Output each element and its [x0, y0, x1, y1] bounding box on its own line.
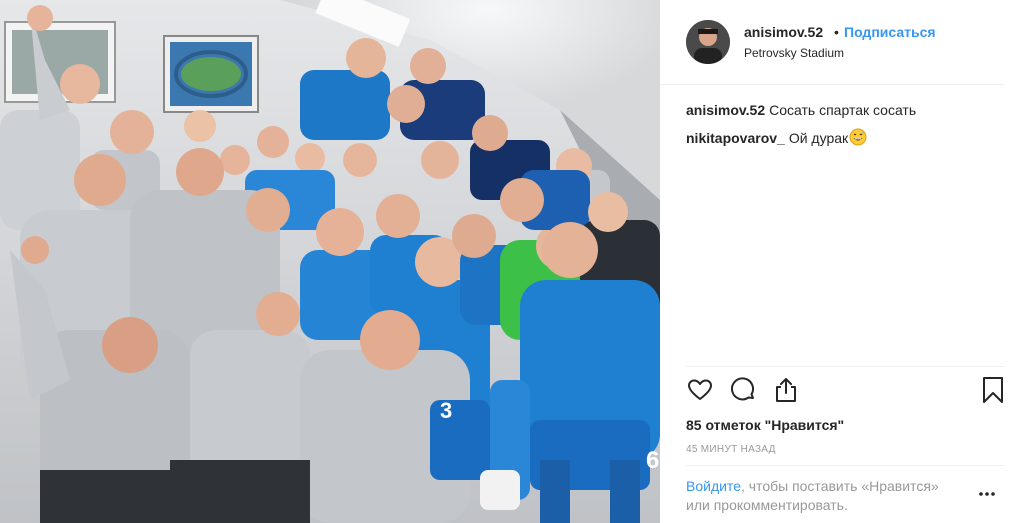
avatar-image	[686, 20, 730, 64]
header-username-link[interactable]: anisimov.52	[744, 24, 823, 40]
avatar[interactable]	[686, 20, 730, 64]
comment-username-link[interactable]: anisimov.52	[686, 102, 765, 118]
like-button[interactable]	[686, 376, 714, 409]
follow-button[interactable]: Подписаться	[844, 24, 936, 40]
likes-count[interactable]: 85 отметок "Нравится"	[686, 417, 844, 433]
divider	[686, 465, 1004, 466]
post-header: anisimov.52 • Подписаться Petrovsky Stad…	[660, 0, 1004, 85]
share-button[interactable]	[772, 376, 800, 409]
bookmark-icon	[983, 377, 1003, 403]
team-celebration-photo: 3 6	[0, 0, 660, 523]
comment-button[interactable]	[729, 376, 757, 409]
divider	[686, 366, 1004, 367]
post-side-panel: anisimov.52 • Подписаться Petrovsky Stad…	[660, 0, 1025, 523]
save-button[interactable]	[979, 376, 1007, 409]
action-bar	[686, 376, 1008, 408]
more-icon	[979, 492, 995, 496]
comment-text: Сосать спартак сосать	[769, 102, 917, 118]
heart-icon	[688, 379, 712, 400]
shirt-number-3: 3	[440, 398, 452, 423]
shirt-number-6: 6	[646, 447, 659, 474]
instagram-post: 3 6 anisimov.52 • Подписаться Petrovsky …	[0, 0, 1025, 523]
header-separator: •	[834, 24, 839, 40]
caption: anisimov.52 Сосать спартак сосать	[686, 102, 916, 118]
post-timestamp[interactable]: 45 МИНУТ НАЗАД	[686, 444, 776, 455]
location-link[interactable]: Petrovsky Stadium	[744, 46, 844, 60]
grinning-sweat-emoji-icon	[849, 128, 867, 149]
more-options-button[interactable]	[978, 484, 996, 502]
login-link[interactable]: Войдите	[686, 478, 741, 494]
comment-item: nikitapovarov_ Ой дурак	[686, 128, 867, 149]
comment-text: Ой дурак	[788, 130, 849, 146]
comment-username-link[interactable]: nikitapovarov_	[686, 130, 785, 146]
post-photo[interactable]: 3 6	[0, 0, 660, 523]
comment-icon	[731, 377, 754, 401]
login-prompt: Войдите, чтобы поставить «Нравится» или …	[686, 477, 966, 515]
share-icon	[776, 378, 796, 402]
